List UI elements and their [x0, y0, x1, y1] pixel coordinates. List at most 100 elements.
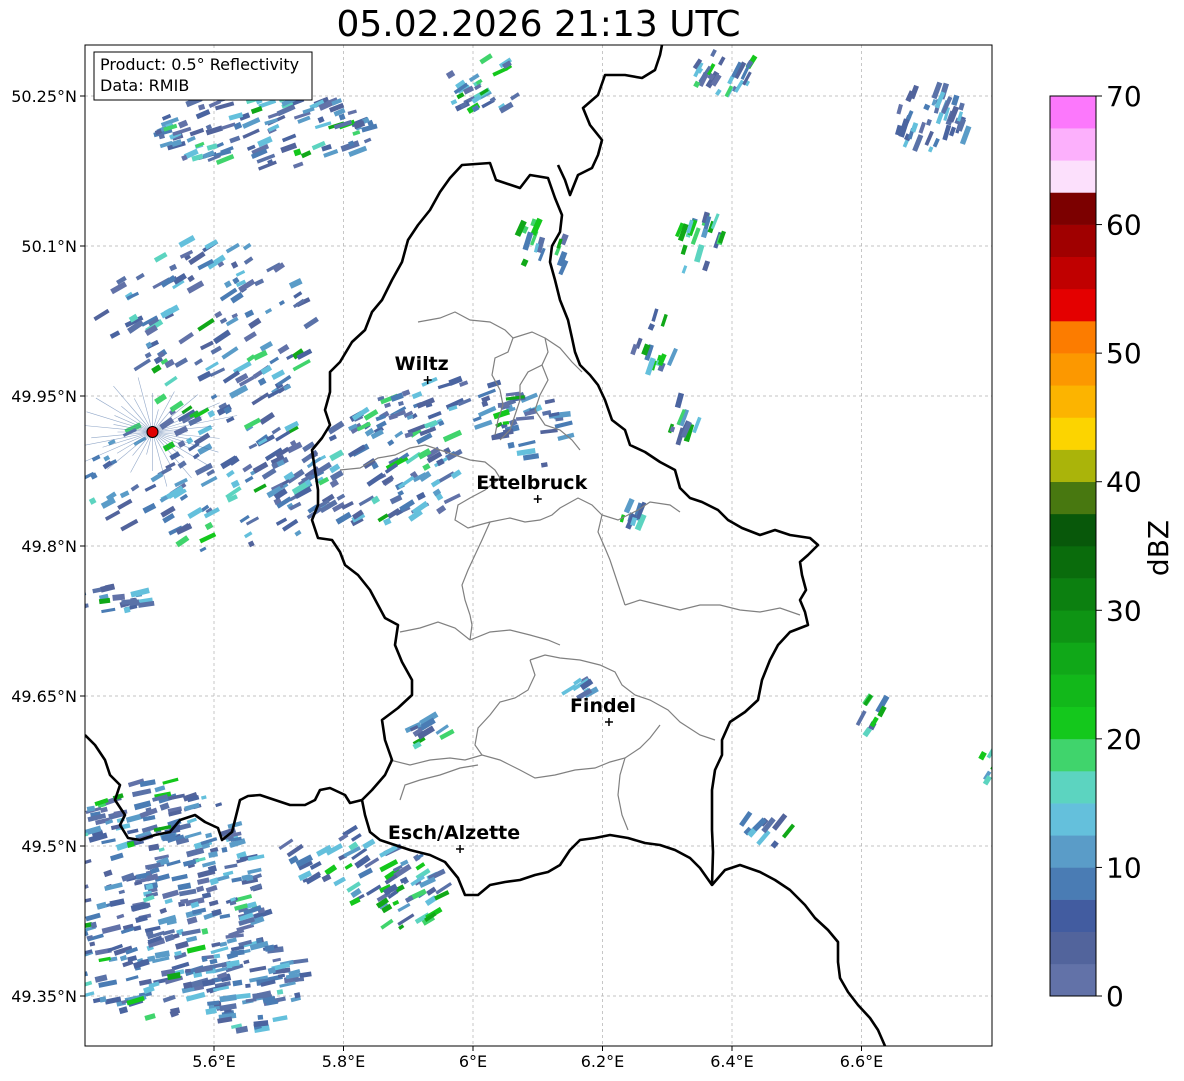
lon-tick-label: 6.6°E: [840, 1052, 884, 1071]
map-frame: [84, 44, 993, 1047]
radar-echo: [397, 902, 411, 913]
radar-echo: [184, 802, 200, 812]
radar-echo: [442, 429, 463, 443]
radar-echo: [450, 469, 462, 480]
radar-echo: [350, 833, 362, 842]
radar-echo: [199, 546, 207, 553]
radar-echo: [363, 137, 372, 144]
canton-boundaries: [339, 311, 801, 831]
lon-tick-label: 5.6°E: [192, 1052, 236, 1071]
radar-echo: [126, 828, 139, 835]
radar-echo: [211, 941, 221, 948]
radar-echo: [422, 463, 431, 471]
radar-echo: [756, 829, 771, 846]
radar-echo: [151, 364, 162, 374]
radar-echo: [224, 863, 238, 870]
radar-echo: [187, 506, 203, 519]
colorbar-swatch: [1050, 738, 1096, 772]
radar-echo: [651, 308, 659, 322]
radar-echo: [96, 901, 107, 910]
radar-echo: [85, 603, 89, 610]
radar-echo: [186, 847, 205, 858]
radar-echo: [292, 358, 311, 372]
radar-echo: [397, 913, 415, 926]
radar-echo: [161, 113, 172, 121]
radar-echo: [252, 349, 268, 361]
radar-echo: [259, 341, 273, 352]
radar-echo: [181, 928, 201, 937]
radar-echo: [53, 936, 63, 942]
radar-echo: [700, 228, 709, 239]
radar-map: 5.6°E 5.8°E 6°E 6.2°E 6.4°E 6.6°E 50.25°N 50.1°…: [11, 44, 1175, 1071]
radar-echo: [73, 935, 84, 943]
radar-echo: [647, 323, 655, 331]
radar-echo: [293, 148, 302, 157]
radar-echo: [242, 128, 260, 139]
radar-echo: [230, 261, 239, 269]
radar-echo: [509, 92, 520, 101]
radar-echo: [225, 242, 240, 254]
radar-echo: [317, 116, 325, 124]
radar-echo: [41, 887, 55, 896]
colorbar-tick-label: 60: [1106, 209, 1142, 242]
colorbar-swatch: [1050, 867, 1096, 900]
info-box: Product: 0.5° Reflectivity Data: RMIB: [93, 51, 313, 101]
radar-echo: [456, 92, 465, 100]
radar-echo: [206, 143, 218, 151]
radar-echo: [205, 832, 213, 839]
radar-echo: [63, 951, 71, 955]
radar-echo: [918, 121, 926, 134]
radar-echo: [130, 483, 140, 492]
radar-echo: [153, 251, 168, 263]
radar-echo: [271, 426, 282, 435]
radar-echo: [275, 430, 291, 442]
radar-echo: [89, 941, 96, 947]
radar-echo: [175, 523, 193, 535]
radar-echo: [101, 838, 116, 845]
radar-echo: [734, 79, 745, 93]
radar-echo: [85, 897, 92, 904]
radar-echo: [694, 244, 705, 263]
radar-echo: [210, 946, 229, 955]
radar-echo: [177, 440, 186, 448]
radar-echo: [76, 959, 82, 964]
radar-echo: [344, 862, 353, 870]
radar-echo: [727, 75, 735, 85]
radar-echo: [66, 601, 72, 606]
radar-echo: [162, 889, 180, 900]
colorbar-swatch: [1050, 128, 1096, 161]
radar-echo: [261, 467, 277, 480]
colorbar-swatch: [1050, 385, 1096, 418]
radar-echo: [94, 974, 108, 983]
radar-echo: [349, 897, 361, 907]
radar-echo: [473, 419, 493, 430]
colorbar-swatch: [1050, 610, 1096, 643]
radar-echo: [53, 921, 68, 930]
radar-echo: [416, 491, 426, 501]
radar-echo: [269, 356, 280, 365]
radar-echo: [271, 369, 286, 381]
radar-echo: [498, 101, 514, 114]
colorbar-swatch: [1050, 256, 1096, 290]
radar-echo: [299, 971, 312, 979]
radar-echo: [154, 785, 166, 793]
radar-echo: [347, 109, 357, 116]
radar-echo: [196, 877, 210, 885]
radar-echo: [109, 898, 125, 907]
radar-echo: [204, 521, 214, 531]
radar-echo: [935, 112, 944, 125]
radar-echo: [235, 269, 246, 277]
radar-echo: [253, 483, 267, 493]
radar-echo: [389, 494, 403, 505]
radar-site-marker: [146, 426, 159, 438]
colorbar-tick-label: 0: [1106, 980, 1124, 1013]
radar-echo: [336, 493, 346, 501]
radar-echo: [195, 885, 205, 893]
lon-tick-label: 5.8°E: [322, 1052, 366, 1071]
radar-echo: [178, 331, 194, 345]
radar-echo: [195, 109, 211, 120]
radar-echo: [352, 130, 361, 136]
radar-echo: [85, 884, 89, 892]
lon-tick-label: 6°E: [459, 1052, 487, 1071]
radar-echo: [300, 150, 312, 159]
